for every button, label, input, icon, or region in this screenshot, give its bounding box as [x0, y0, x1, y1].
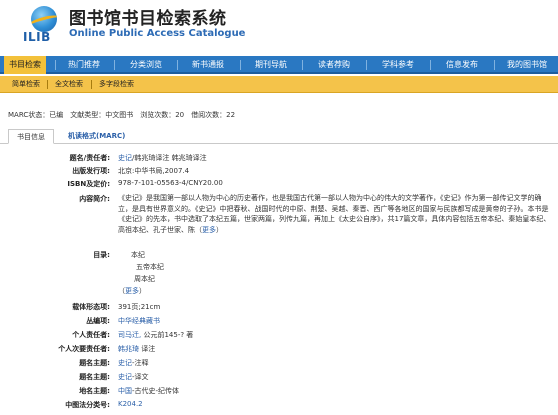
abstract-value: 《史记》是我国第一部以人物为中心的历史著作，也是我国古代第一部以人物为中心的伟大… [118, 193, 554, 235]
clc-label: 中图法分类号: [65, 401, 110, 409]
nav-divider [366, 60, 367, 70]
subject-label: 题名主题: [79, 373, 110, 381]
nav-divider [494, 60, 495, 70]
author-value: 司马迁, 公元前145-? 著 [118, 330, 193, 340]
nav-item-recommend[interactable]: 读者荐购 [310, 56, 358, 74]
contents-item: 本纪 [131, 251, 145, 259]
subnav-fulltext-search[interactable]: 全文检索 [55, 76, 83, 93]
subject-link[interactable]: 史记 [118, 373, 132, 381]
secondary-author-note: 译注 [139, 345, 156, 353]
subnav-multifield-search[interactable]: 多字段检索 [99, 76, 134, 93]
geo-subject-suffix: -古代史-纪传体 [132, 387, 180, 395]
author-link[interactable]: 司马迁, [118, 331, 141, 339]
title-value: 史记/韩兆琦译注 韩兆琦译注 [118, 153, 207, 163]
nav-divider [55, 60, 56, 70]
subject-label: 题名主题: [79, 359, 110, 367]
nav-divider [302, 60, 303, 70]
tab-marc[interactable]: 机读格式(MARC) [68, 129, 125, 144]
nav-divider [240, 60, 241, 70]
nav-item-browse[interactable]: 分类浏览 [122, 56, 170, 74]
geo-subject-value: 中国-古代史-纪传体 [118, 386, 179, 396]
tab-book-info[interactable]: 书目信息 [8, 129, 54, 144]
clc-link[interactable]: K204.2 [118, 400, 143, 408]
geo-subject-label: 地名主题: [79, 387, 110, 395]
main-nav: 书目检索 热门推荐 分类浏览 新书通报 期刊导航 读者荐购 学科参考 信息发布 … [0, 56, 558, 74]
abstract-more-link[interactable]: 更多 [202, 226, 216, 234]
subnav-simple-search[interactable]: 简单检索 [12, 76, 40, 93]
nav-item-search[interactable]: 书目检索 [4, 56, 46, 74]
logo-icon [31, 6, 57, 32]
contents-item: 五帝本纪 [136, 263, 164, 271]
publisher-label: 出版发行项: [72, 167, 110, 175]
subject-suffix: -译文 [132, 373, 149, 381]
isbn-label: ISBN及定价: [67, 180, 110, 188]
nav-item-my-library[interactable]: 我的图书馆 [500, 56, 554, 74]
secondary-author-value: 韩兆琦 译注 [118, 344, 155, 354]
secondary-author-link[interactable]: 韩兆琦 [118, 345, 139, 353]
isbn-value: 978-7-101-05563-4/CNY20.00 [118, 179, 223, 187]
physical-value: 391页;21cm [118, 303, 161, 311]
author-label: 个人责任者: [72, 331, 110, 339]
geo-subject-link[interactable]: 中国 [118, 387, 132, 395]
nav-item-new-books[interactable]: 新书通报 [184, 56, 232, 74]
contents-more-close: ） [139, 287, 146, 295]
nav-item-news[interactable]: 信息发布 [438, 56, 486, 74]
contents-label: 目录: [93, 251, 110, 259]
abstract-label: 内容简介: [79, 195, 110, 203]
record-status: MARC状态：已编 文献类型：中文图书 浏览次数：20 借阅次数：22 [8, 111, 236, 119]
subject-link[interactable]: 史记 [118, 359, 132, 367]
detail-tabs: 书目信息 机读格式(MARC) [0, 129, 558, 144]
physical-label: 载体形态项: [72, 303, 110, 311]
subject-suffix: -注释 [132, 359, 149, 367]
nav-item-hot[interactable]: 热门推荐 [62, 56, 106, 74]
abstract-close: ） [216, 225, 223, 234]
contents-more-open: （ [118, 287, 125, 295]
contents-more-link[interactable]: 更多 [125, 287, 139, 295]
contents-item: 周本纪 [134, 275, 155, 283]
abstract-text: 《史记》是我国第一部以人物为中心的历史著作，也是我国古代第一部以人物为中心的伟大… [118, 194, 551, 234]
series-link[interactable]: 中华经典藏书 [118, 316, 160, 326]
subject-value: 史记-注释 [118, 358, 149, 368]
nav-item-journals[interactable]: 期刊导航 [247, 56, 295, 74]
sub-nav: 简单检索 全文检索 多字段检索 [0, 76, 558, 93]
publisher-value: 北京:中华书局,2007.4 [118, 167, 190, 175]
subject-value: 史记-译文 [118, 372, 149, 382]
header: ILIB 图书馆书目检索系统 Online Public Access Cata… [0, 0, 558, 53]
app-title: 图书馆书目检索系统 [69, 9, 227, 29]
secondary-author-label: 个人次要责任者: [58, 345, 110, 353]
nav-item-subject[interactable]: 学科参考 [374, 56, 422, 74]
nav-divider [177, 60, 178, 70]
title-link[interactable]: 史记 [118, 154, 132, 162]
logo-text: ILIB [23, 30, 51, 44]
title-label: 题名/责任者: [69, 154, 110, 162]
nav-divider [430, 60, 431, 70]
subnav-divider [47, 80, 48, 89]
title-responsibility: /韩兆琦译注 韩兆琦译注 [132, 154, 207, 162]
app-subtitle: Online Public Access Catalogue [69, 28, 246, 39]
author-note: 公元前145-? 著 [141, 331, 194, 339]
subnav-divider [91, 80, 92, 89]
nav-divider [114, 60, 115, 70]
contents-more: （更多） [118, 286, 146, 296]
series-label: 丛编项: [86, 317, 110, 325]
